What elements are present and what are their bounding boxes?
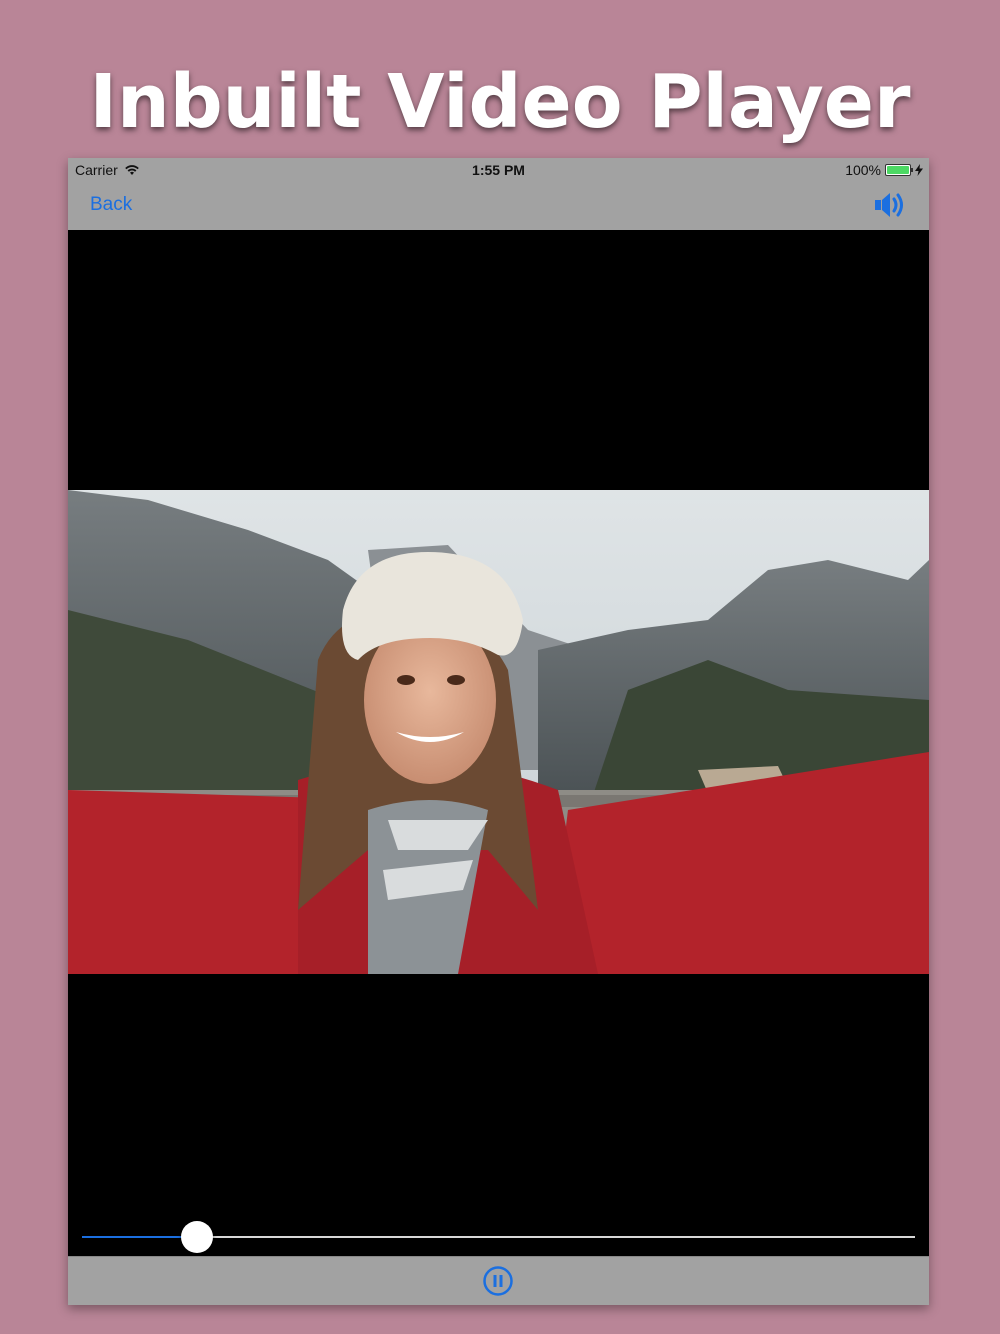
charging-bolt-icon: [915, 164, 923, 176]
battery-indicator: 100%: [845, 162, 923, 178]
pause-circle-icon: [483, 1266, 513, 1296]
video-progress-slider[interactable]: [82, 1221, 915, 1253]
video-frame[interactable]: [68, 490, 929, 974]
battery-icon: [885, 164, 913, 176]
progress-fill: [82, 1236, 197, 1238]
video-player-area[interactable]: [68, 230, 929, 1256]
status-bar: Carrier 1:55 PM 100%: [68, 158, 929, 182]
device-screen: Carrier 1:55 PM 100% Back: [68, 158, 929, 1305]
volume-button[interactable]: [873, 190, 907, 220]
status-time: 1:55 PM: [472, 162, 525, 178]
progress-thumb[interactable]: [180, 1221, 213, 1253]
video-frame-image: [68, 490, 929, 974]
pause-button[interactable]: [482, 1265, 514, 1297]
bottom-toolbar: [68, 1256, 929, 1305]
top-navigation-bar: Carrier 1:55 PM 100% Back: [68, 158, 929, 230]
page-headline: Inbuilt Video Player: [89, 59, 911, 145]
battery-percent: 100%: [845, 162, 881, 178]
speaker-volume-icon: [875, 193, 903, 217]
back-button[interactable]: Back: [90, 194, 132, 216]
